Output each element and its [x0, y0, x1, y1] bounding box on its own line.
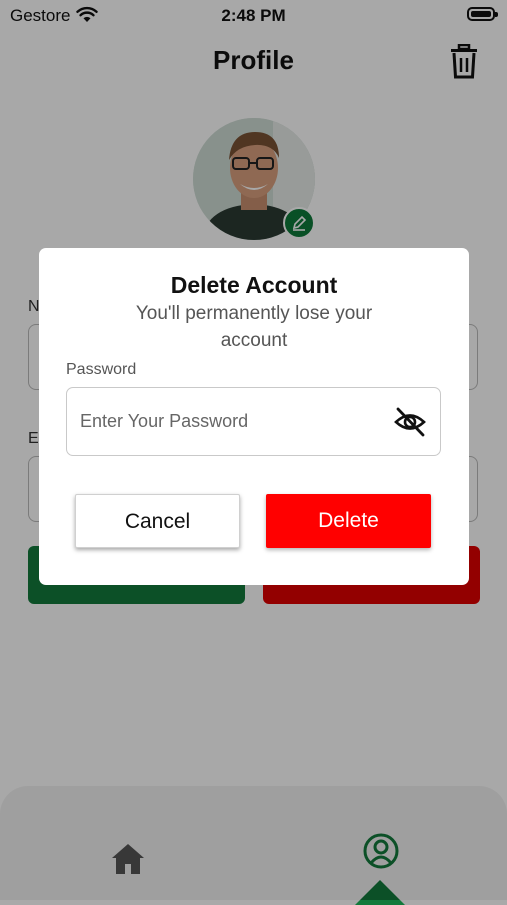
password-label: Password: [66, 361, 137, 378]
delete-button[interactable]: Delete: [266, 494, 431, 548]
dialog-subtitle: You'll permanently lose your account: [135, 303, 373, 351]
cancel-button[interactable]: Cancel: [75, 494, 240, 548]
delete-account-dialog: Delete Account You'll permanently lose y…: [39, 248, 469, 585]
eye-off-icon[interactable]: [393, 405, 427, 439]
password-field[interactable]: [66, 387, 441, 456]
password-input[interactable]: [80, 408, 380, 434]
dialog-title: Delete Account: [170, 272, 338, 298]
